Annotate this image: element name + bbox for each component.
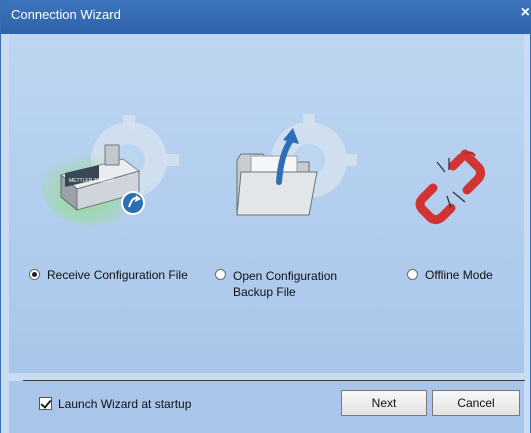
option-open-backup-line2: Backup File bbox=[233, 285, 296, 299]
scale-device-icon[interactable]: METTLER TOLEDO bbox=[41, 115, 181, 230]
option-offline-mode[interactable]: Offline Mode bbox=[407, 268, 493, 282]
window-title: Connection Wizard bbox=[11, 7, 121, 22]
launch-wizard-checkbox[interactable] bbox=[39, 397, 52, 410]
title-bar: Connection Wizard × bbox=[1, 0, 531, 34]
radio-receive-configuration[interactable] bbox=[29, 269, 40, 280]
connection-wizard-window: Connection Wizard × METTLER TOLEDO Recei… bbox=[0, 0, 531, 433]
launch-wizard-label[interactable]: Launch Wizard at startup bbox=[58, 397, 191, 411]
option-open-backup-line1: Open Configuration bbox=[233, 269, 338, 283]
open-folder-icon[interactable] bbox=[227, 110, 357, 225]
option-receive-configuration[interactable]: Receive Configuration File bbox=[29, 268, 188, 282]
option-receive-label: Receive Configuration File bbox=[47, 268, 188, 282]
next-button[interactable]: Next bbox=[341, 390, 427, 416]
radio-offline-mode[interactable] bbox=[407, 269, 418, 280]
cancel-button[interactable]: Cancel bbox=[432, 390, 520, 416]
device-brand-label: METTLER TOLEDO bbox=[69, 178, 114, 184]
broken-link-icon[interactable] bbox=[409, 140, 489, 235]
radio-open-backup[interactable] bbox=[215, 269, 226, 280]
option-open-backup[interactable]: Open Configuration Backup File bbox=[215, 268, 337, 300]
option-offline-label: Offline Mode bbox=[425, 268, 493, 282]
option-open-backup-label: Open Configuration Backup File bbox=[233, 268, 337, 300]
close-icon[interactable]: × bbox=[521, 4, 530, 22]
footer-separator bbox=[23, 380, 525, 381]
